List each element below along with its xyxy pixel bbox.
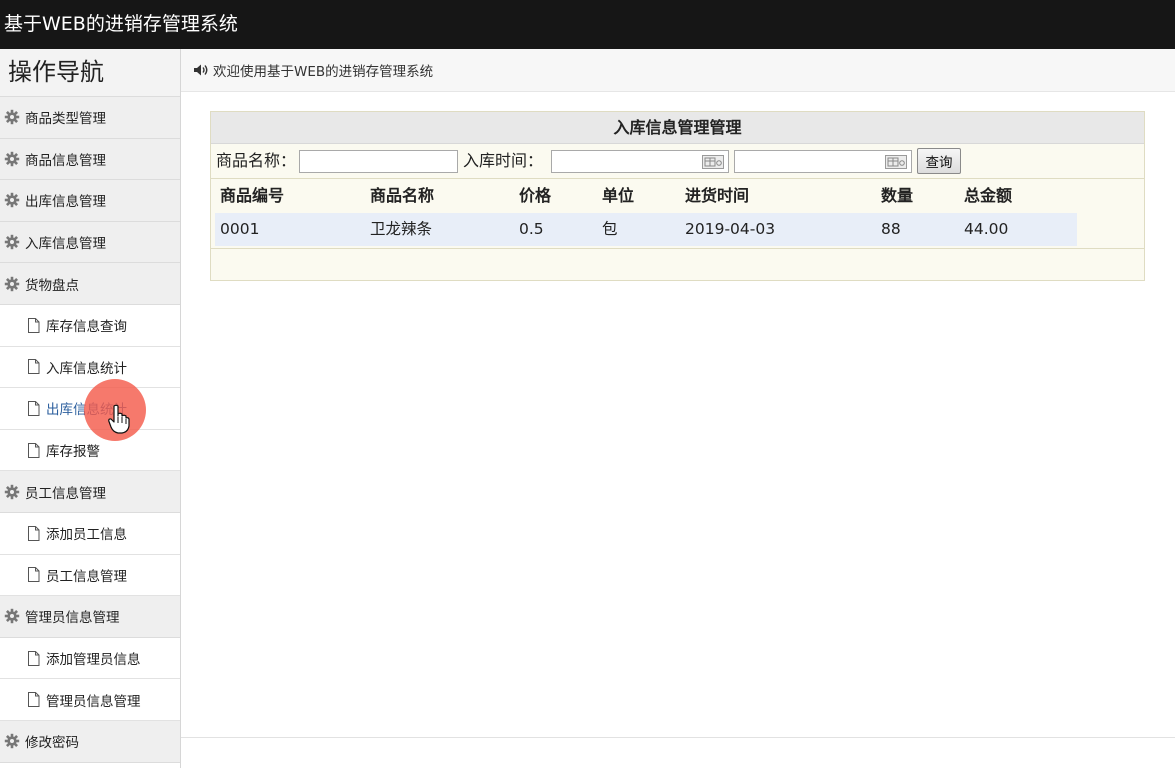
product-name-input[interactable] — [299, 150, 458, 173]
sidebar-item-10[interactable]: 添加员工信息 — [0, 512, 180, 555]
sidebar-item-6[interactable]: 入库信息统计 — [0, 346, 180, 389]
sidebar-item-label: 入库信息管理 — [25, 236, 106, 253]
column-header: 数量 — [881, 186, 914, 205]
document-icon — [27, 400, 40, 416]
table-row[interactable]: 0001 卫龙辣条 0.5 包 2019-04-03 88 44.00 — [215, 213, 1077, 246]
cell-price: 0.5 — [519, 220, 544, 238]
column-header: 总金额 — [964, 186, 1013, 205]
cell-unit: 包 — [602, 220, 618, 238]
panel-divider — [211, 248, 1144, 249]
calendar-icon[interactable] — [702, 154, 724, 169]
sidebar-item-13[interactable]: 添加管理员信息 — [0, 637, 180, 680]
table-header: 商品编号 商品名称 价格 单位 进货时间 数量 总金额 — [215, 180, 1077, 213]
sidebar-item-label: 添加员工信息 — [46, 527, 127, 544]
speaker-icon — [193, 63, 209, 77]
gear-icon — [4, 608, 20, 624]
cell-product-code: 0001 — [220, 220, 260, 238]
cell-quantity: 88 — [881, 220, 901, 238]
sidebar-item-label: 库存报警 — [46, 444, 100, 461]
sidebar-item-label: 商品信息管理 — [25, 152, 106, 169]
sidebar-group-1[interactable]: 商品信息管理 — [0, 138, 180, 181]
sidebar-item-label: 添加管理员信息 — [46, 652, 141, 669]
sidebar-nav-list: 商品类型管理 商品信息管理 出库信息管理 入库信息管理 货物盘点库存信息查询 入库信息统计… — [0, 97, 180, 763]
column-header: 单位 — [602, 186, 635, 205]
sidebar-item-label: 员工信息管理 — [46, 568, 127, 585]
gear-icon — [4, 733, 20, 749]
sidebar: 操作导航 商品类型管理 商品信息管理 出库信息管理 入库信息管理 货物盘点库存信息查询入… — [0, 49, 181, 768]
sidebar-item-label: 出库信息管理 — [25, 194, 106, 211]
column-header: 商品名称 — [370, 186, 435, 205]
query-button[interactable]: 查询 — [917, 148, 961, 174]
column-header: 商品编号 — [220, 186, 285, 205]
gear-icon — [4, 276, 20, 292]
sidebar-item-8[interactable]: 库存报警 — [0, 429, 180, 472]
main-content: 欢迎使用基于WEB的进销存管理系统 入库信息管理管理 商品名称： 入库时间： 查… — [181, 49, 1175, 768]
sidebar-item-label: 货物盘点 — [25, 277, 79, 294]
sidebar-item-label: 入库信息统计 — [46, 360, 127, 377]
gear-icon — [4, 234, 20, 250]
document-icon — [27, 650, 40, 666]
cell-product-name: 卫龙辣条 — [370, 220, 433, 238]
document-icon — [27, 692, 40, 708]
stock-in-panel: 入库信息管理管理 商品名称： 入库时间： 查询 商品编号 商品名称 价格 单位 … — [210, 111, 1145, 281]
gear-icon — [4, 109, 20, 125]
sidebar-group-2[interactable]: 出库信息管理 — [0, 180, 180, 222]
sidebar-item-14[interactable]: 管理员信息管理 — [0, 679, 180, 721]
sidebar-item-7[interactable]: 出库信息统计 — [0, 388, 180, 430]
sidebar-item-11[interactable]: 员工信息管理 — [0, 554, 180, 597]
stock-in-table: 商品编号 商品名称 价格 单位 进货时间 数量 总金额 0001 卫龙辣条 0.… — [215, 180, 1077, 246]
sidebar-item-label: 员工信息管理 — [25, 485, 106, 502]
sidebar-group-4[interactable]: 货物盘点 — [0, 263, 180, 305]
sidebar-item-label: 库存信息查询 — [46, 319, 127, 336]
sidebar-item-label: 管理员信息管理 — [25, 610, 120, 627]
welcome-text: 欢迎使用基于WEB的进销存管理系统 — [213, 64, 434, 80]
cell-purchase-date: 2019-04-03 — [685, 220, 776, 238]
column-header: 价格 — [519, 186, 552, 205]
column-header: 进货时间 — [685, 186, 750, 205]
document-icon — [27, 359, 40, 375]
gear-icon — [4, 151, 20, 167]
stock-in-time-label: 入库时间： — [463, 151, 544, 170]
sidebar-item-label: 出库信息统计 — [46, 402, 127, 419]
document-icon — [27, 567, 40, 583]
cell-total-amount: 44.00 — [964, 220, 1009, 238]
calendar-icon[interactable] — [885, 154, 907, 169]
welcome-bar: 欢迎使用基于WEB的进销存管理系统 — [181, 49, 1175, 92]
sidebar-group-12[interactable]: 管理员信息管理 — [0, 596, 180, 638]
document-icon — [27, 525, 40, 541]
gear-icon — [4, 484, 20, 500]
product-name-label: 商品名称： — [216, 151, 297, 170]
sidebar-group-9[interactable]: 员工信息管理 — [0, 471, 180, 513]
top-bar: 基于WEB的进销存管理系统 — [0, 0, 1175, 49]
sidebar-item-label: 商品类型管理 — [25, 111, 106, 128]
sidebar-item-5[interactable]: 库存信息查询 — [0, 304, 180, 347]
sidebar-item-label: 管理员信息管理 — [46, 693, 141, 710]
gear-icon — [4, 192, 20, 208]
footer-divider — [181, 737, 1175, 738]
app-title: 基于WEB的进销存管理系统 — [4, 13, 238, 35]
sidebar-heading: 操作导航 — [0, 49, 180, 97]
sidebar-group-3[interactable]: 入库信息管理 — [0, 221, 180, 264]
panel-title: 入库信息管理管理 — [211, 112, 1144, 144]
sidebar-item-label: 修改密码 — [25, 735, 79, 752]
search-form: 商品名称： 入库时间： 查询 — [211, 144, 1144, 179]
sidebar-group-0[interactable]: 商品类型管理 — [0, 97, 180, 139]
sidebar-group-15[interactable]: 修改密码 — [0, 720, 180, 763]
document-icon — [27, 317, 40, 333]
document-icon — [27, 442, 40, 458]
